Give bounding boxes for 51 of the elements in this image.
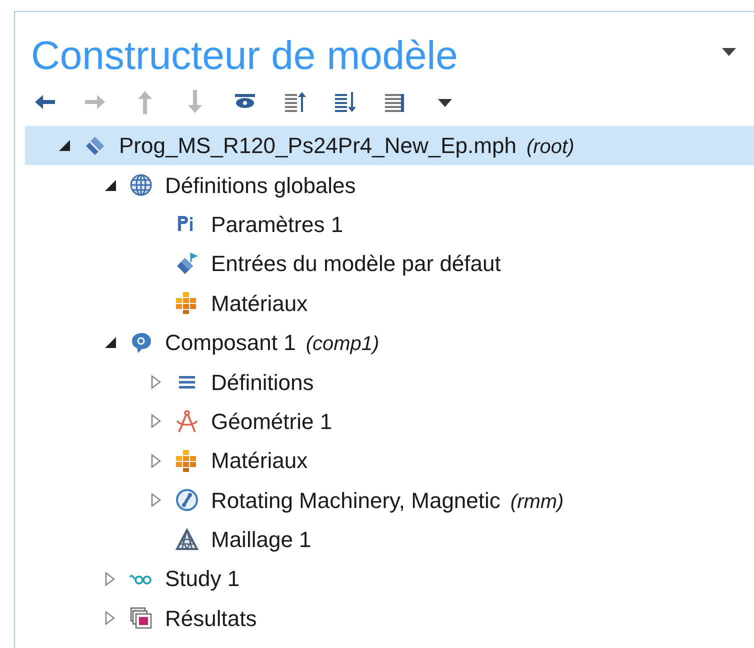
tree-item-tag: (comp1) — [306, 329, 380, 360]
tree-item[interactable]: Study 1 — [25, 559, 754, 599]
globe-icon — [129, 173, 153, 198]
tree-item-tag: (rmm) — [510, 486, 564, 517]
tree-item-label: Matériaux — [211, 290, 308, 318]
tree-item-label: Résultats — [165, 604, 257, 633]
tree-item-label: Rotating Machinery, Magnetic — [211, 486, 500, 515]
list-up-icon[interactable] — [283, 90, 307, 114]
blocks-icon — [175, 291, 199, 316]
collapsed-icon[interactable] — [105, 572, 115, 586]
tree-item[interactable]: Entrées du modèle par défaut — [25, 244, 754, 284]
collapsed-icon[interactable] — [151, 493, 161, 508]
tree-item-label: Géométrie 1 — [211, 408, 332, 436]
tree-item[interactable]: Définitions — [25, 362, 754, 402]
tree-item[interactable]: Maillage 1 — [25, 520, 754, 560]
blocks-icon — [175, 448, 199, 473]
list-down-icon[interactable] — [333, 90, 357, 114]
mesh-icon — [175, 528, 199, 552]
tree-item[interactable]: Matériaux — [25, 441, 754, 481]
tree-item[interactable]: Paramètres 1 — [25, 204, 754, 244]
tree-item-label: Maillage 1 — [211, 526, 312, 554]
tree-item[interactable]: Géométrie 1 — [25, 402, 754, 442]
tree-item-label: Définitions globales — [165, 172, 356, 200]
tree-item[interactable]: Rotating Machinery, Magnetic (rmm) — [25, 480, 754, 520]
rotor-icon — [175, 488, 199, 512]
collapsed-icon[interactable] — [151, 414, 161, 428]
tree-item[interactable]: Définitions globales — [25, 165, 754, 205]
tree-item-label: Paramètres 1 — [211, 210, 344, 239]
caret-icon[interactable] — [722, 48, 736, 56]
tree-item[interactable]: Matériaux — [25, 284, 754, 323]
collapsed-icon[interactable] — [105, 611, 115, 626]
tree-item[interactable]: Résultats — [25, 598, 754, 638]
expanded-icon[interactable] — [104, 180, 116, 191]
compass-icon — [175, 409, 199, 434]
tree-item[interactable]: Composant 1 (comp1) — [25, 322, 754, 362]
collapsed-icon[interactable] — [151, 454, 161, 468]
expanded-icon[interactable] — [58, 140, 70, 152]
tree-item-label: Entrées du modèle par défaut — [211, 250, 501, 278]
panel-title: Constructeur de modèle — [31, 33, 458, 80]
tree-item-label: Prog_MS_R120_Ps24Pr4_New_Ep.mph — [119, 132, 516, 160]
tree-item-label: Study 1 — [165, 565, 240, 594]
cube-flag-icon — [175, 252, 199, 276]
tree-item-label: Composant 1 — [165, 329, 296, 358]
collapsed-icon[interactable] — [151, 375, 161, 390]
component-icon — [129, 330, 153, 355]
tree-item-label: Matériaux — [211, 447, 308, 476]
expanded-icon[interactable] — [104, 337, 116, 348]
tree-item-label: Définitions — [211, 368, 314, 397]
plots-icon — [129, 606, 153, 630]
tree-item-tag: (root) — [526, 132, 574, 162]
tree-item[interactable]: Prog_MS_R120_Ps24Pr4_New_Ep.mph (root) — [25, 126, 754, 166]
